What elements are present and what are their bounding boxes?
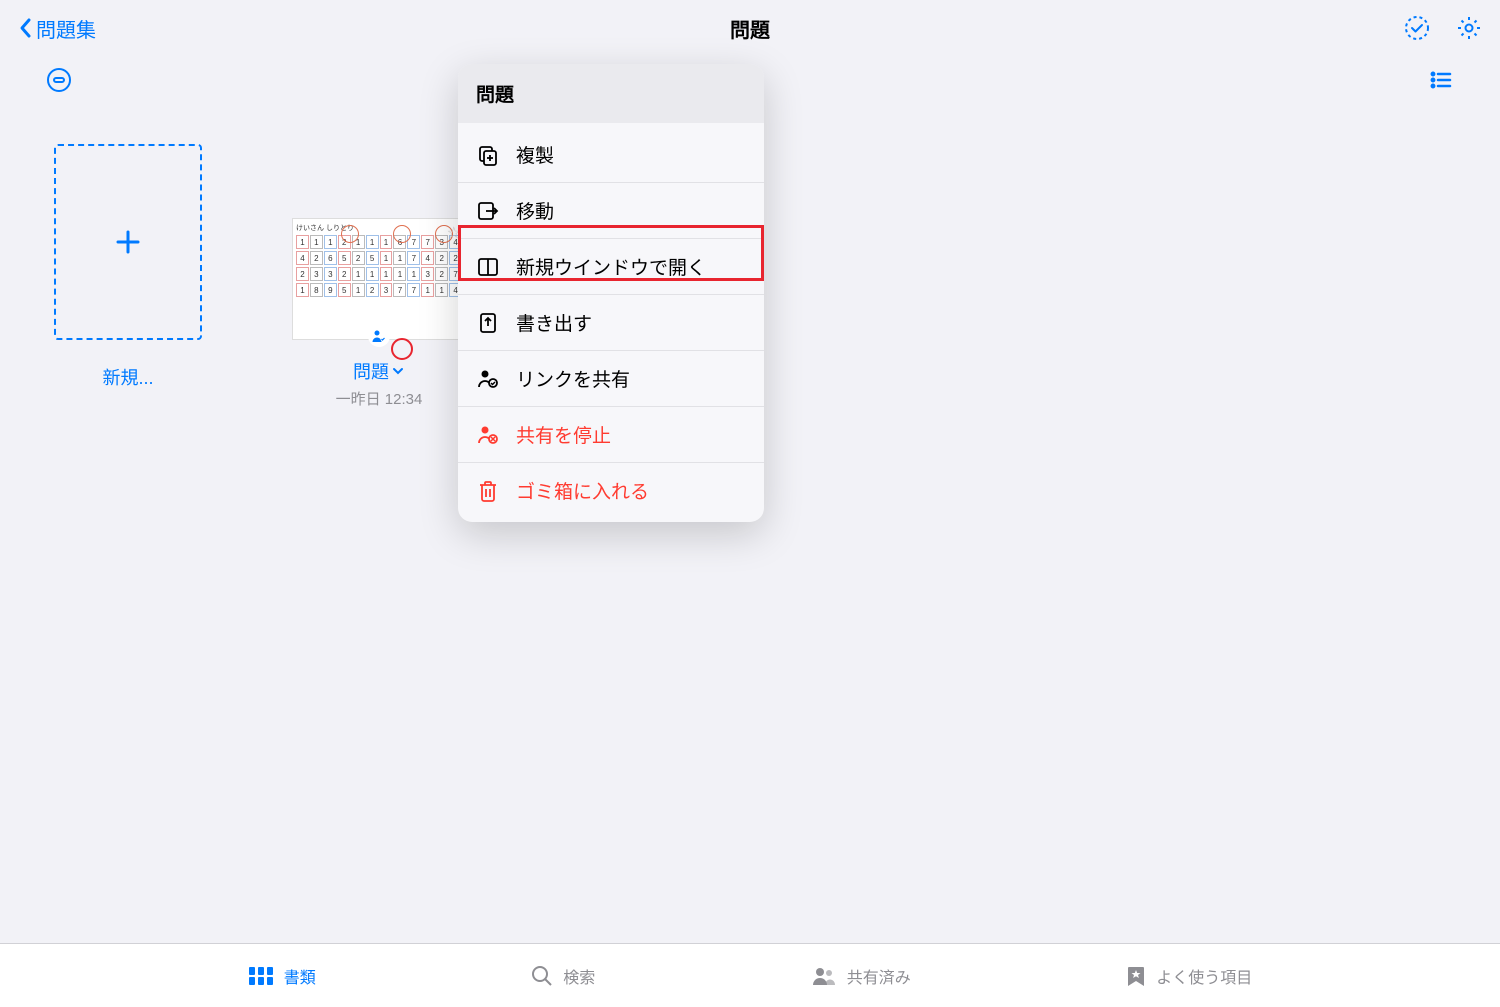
menu-new-window[interactable]: 新規ウインドウで開く (458, 239, 764, 295)
tab-favorites[interactable]: よく使う項目 (1126, 964, 1252, 988)
select-checkmark-icon[interactable] (1404, 15, 1430, 41)
duplicate-icon (476, 143, 500, 167)
context-menu-title: 問題 (458, 64, 764, 123)
menu-share-link[interactable]: リンクを共有 (458, 351, 764, 407)
documents-icon (248, 966, 274, 986)
document-date: 一昨日 12:34 (292, 388, 466, 409)
gear-icon[interactable] (1456, 15, 1482, 41)
annotation-circle (391, 338, 413, 360)
document-tile[interactable]: けいさん しりとり 111211167734 426525117422 2332… (292, 144, 466, 409)
filter-circle-icon[interactable] (46, 67, 72, 93)
menu-export[interactable]: 書き出す (458, 295, 764, 351)
new-document-tile-wrapper: 新規... (54, 144, 202, 409)
back-button[interactable]: 問題集 (18, 14, 96, 43)
move-icon (476, 199, 500, 223)
trash-icon (476, 479, 500, 503)
back-label: 問題集 (36, 14, 96, 43)
menu-duplicate[interactable]: 複製 (458, 127, 764, 183)
shared-icon (811, 966, 837, 986)
share-link-icon (476, 367, 500, 391)
new-window-icon (476, 255, 500, 279)
chevron-left-icon (18, 16, 34, 40)
tab-search[interactable]: 検索 (531, 964, 595, 988)
tab-documents[interactable]: 書類 (248, 964, 316, 988)
new-document-label: 新規... (54, 364, 202, 390)
plus-icon (113, 227, 143, 257)
favorites-icon (1126, 965, 1146, 987)
search-icon (531, 965, 553, 987)
navigation-bar: 問題集 問題 (0, 0, 1500, 56)
document-thumbnail: けいさん しりとり 111211167734 426525117422 2332… (292, 218, 466, 340)
document-name[interactable]: 問題 (353, 358, 405, 384)
new-document-tile[interactable] (54, 144, 202, 340)
tab-bar: 書類 検索 共有済み よく使う項目 (0, 943, 1500, 1007)
menu-stop-share[interactable]: 共有を停止 (458, 407, 764, 463)
list-view-icon[interactable] (1428, 67, 1454, 93)
tab-shared[interactable]: 共有済み (811, 964, 911, 988)
stop-share-icon (476, 423, 500, 447)
menu-trash[interactable]: ゴミ箱に入れる (458, 463, 764, 518)
chevron-down-icon (391, 364, 405, 378)
menu-move[interactable]: 移動 (458, 183, 764, 239)
export-icon (476, 311, 500, 335)
page-title: 問題 (730, 14, 770, 43)
context-menu: 問題 複製 移動 新規ウインドウで開く 書き出す リンクを共有 共有を停止 ゴミ… (458, 64, 764, 522)
